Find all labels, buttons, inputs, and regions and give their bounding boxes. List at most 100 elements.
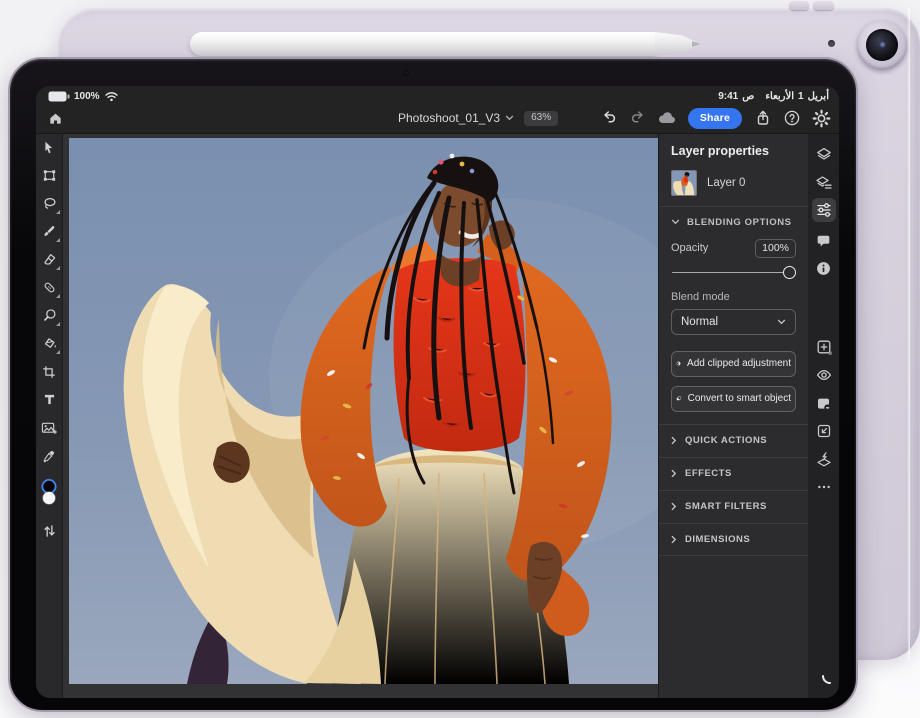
rear-mic-dot bbox=[828, 40, 835, 47]
color-swatches[interactable] bbox=[38, 477, 60, 508]
cloud-sync-button[interactable] bbox=[656, 107, 678, 129]
panel-sections: QUICK ACTIONS EFFECTS SMART FILTERS bbox=[671, 424, 796, 556]
settings-button[interactable] bbox=[810, 107, 832, 129]
zoom-level: 63% bbox=[531, 112, 551, 123]
zoom-level-badge[interactable]: 63% bbox=[524, 111, 558, 126]
healing-tool[interactable] bbox=[40, 279, 59, 296]
layer-visibility-button[interactable] bbox=[812, 363, 836, 387]
canvas-photo[interactable] bbox=[69, 138, 658, 684]
blending-options-header[interactable]: BLENDING OPTIONS bbox=[671, 207, 796, 237]
smart-object-icon bbox=[676, 392, 682, 405]
corner-gesture-indicator bbox=[822, 670, 836, 684]
top-bar: 100% 9:41 ص الأربعاء 1 أبريل bbox=[36, 86, 839, 134]
clip-layer-button[interactable] bbox=[812, 419, 836, 443]
lasso-tool[interactable] bbox=[40, 195, 59, 212]
layer-properties-panel: Layer properties Layer 0 bbox=[658, 134, 808, 698]
blend-mode-value: Normal bbox=[681, 316, 718, 328]
eyedropper-icon bbox=[41, 448, 57, 464]
comments-button[interactable] bbox=[812, 228, 836, 252]
redo-button[interactable] bbox=[627, 107, 649, 129]
more-options-button[interactable] bbox=[812, 475, 836, 499]
screen: 100% 9:41 ص الأربعاء 1 أبريل bbox=[36, 86, 839, 698]
layer-mask-icon bbox=[815, 395, 833, 413]
swap-arrows[interactable] bbox=[40, 522, 59, 539]
crop-icon bbox=[41, 364, 57, 380]
status-weekday: الأربعاء bbox=[765, 91, 794, 102]
right-taskbar bbox=[808, 134, 839, 698]
layer-mask-button[interactable] bbox=[812, 392, 836, 416]
foreground-background-colors-icon bbox=[38, 477, 60, 508]
section-label: SMART FILTERS bbox=[685, 501, 767, 512]
scene: 100% 9:41 ص الأربعاء 1 أبريل bbox=[0, 0, 920, 718]
toolbar-right: Share bbox=[598, 102, 832, 134]
chevron-down-icon bbox=[505, 115, 514, 121]
fill-tool[interactable] bbox=[40, 335, 59, 352]
opacity-slider[interactable] bbox=[671, 264, 796, 282]
place-photo-tool[interactable] bbox=[40, 419, 59, 436]
status-time: 9:41 bbox=[718, 91, 738, 102]
crop-tool[interactable] bbox=[40, 363, 59, 380]
section-quick-actions[interactable]: QUICK ACTIONS bbox=[659, 424, 808, 457]
document-title-button[interactable]: Photoshoot_01_V3 bbox=[398, 111, 514, 125]
status-meridiem: ص bbox=[742, 91, 754, 102]
blend-mode-dropdown[interactable]: Normal bbox=[671, 309, 796, 335]
blend-mode-label: Blend mode bbox=[671, 291, 796, 303]
section-smart-filters[interactable]: SMART FILTERS bbox=[659, 490, 808, 523]
dodge-tool[interactable] bbox=[40, 307, 59, 324]
layers-button[interactable] bbox=[812, 143, 836, 167]
add-layer-button[interactable] bbox=[812, 335, 836, 359]
chevron-down-icon bbox=[777, 319, 786, 325]
add-clipped-adjustment-label: Add clipped adjustment bbox=[687, 358, 791, 369]
opacity-value[interactable]: 100% bbox=[755, 239, 796, 258]
layer-row[interactable]: Layer 0 bbox=[665, 166, 802, 200]
section-label: EFFECTS bbox=[685, 468, 732, 479]
home-button[interactable] bbox=[41, 104, 69, 132]
export-button[interactable] bbox=[752, 107, 774, 129]
layers-icon bbox=[815, 146, 833, 164]
canvas-pasteboard[interactable] bbox=[63, 134, 658, 698]
eyedropper-tool[interactable] bbox=[40, 447, 59, 464]
eraser-tool[interactable] bbox=[40, 251, 59, 268]
swap-arrows-icon bbox=[42, 523, 57, 539]
chevron-right-icon bbox=[671, 469, 677, 478]
add-layer-icon bbox=[815, 338, 833, 356]
battery-icon bbox=[48, 91, 70, 102]
chevron-right-icon bbox=[671, 502, 677, 511]
tool-rail bbox=[36, 134, 63, 698]
section-dimensions[interactable]: DIMENSIONS bbox=[659, 523, 808, 556]
properties-sliders-icon bbox=[815, 201, 833, 219]
status-month: أبريل bbox=[808, 91, 829, 102]
layer-name: Layer 0 bbox=[707, 177, 745, 189]
brush-tool[interactable] bbox=[40, 223, 59, 240]
volume-button bbox=[813, 1, 834, 10]
panel-title: Layer properties bbox=[671, 134, 796, 158]
effects-button[interactable] bbox=[812, 447, 836, 471]
convert-smart-object-button[interactable]: Convert to smart object bbox=[671, 386, 796, 412]
move-tool[interactable] bbox=[40, 139, 59, 156]
type-tool[interactable] bbox=[40, 391, 59, 408]
transform-tool[interactable] bbox=[40, 167, 59, 184]
layer-thumbnail bbox=[671, 170, 697, 196]
share-label: Share bbox=[700, 112, 730, 124]
help-button[interactable] bbox=[781, 107, 803, 129]
front-camera bbox=[403, 70, 409, 76]
ellipsis-icon bbox=[815, 478, 833, 496]
front-ipad-device: 100% 9:41 ص الأربعاء 1 أبريل bbox=[8, 57, 858, 712]
rear-camera-glint bbox=[879, 41, 886, 48]
type-icon bbox=[42, 392, 57, 407]
chevron-down-icon bbox=[671, 219, 680, 225]
slider-knob[interactable] bbox=[783, 266, 796, 279]
section-effects[interactable]: EFFECTS bbox=[659, 457, 808, 490]
export-icon bbox=[754, 109, 772, 127]
undo-button[interactable] bbox=[598, 107, 620, 129]
layers-compact-icon bbox=[815, 174, 833, 192]
properties-button[interactable] bbox=[812, 198, 836, 222]
info-button[interactable] bbox=[812, 256, 836, 280]
eye-icon bbox=[815, 366, 833, 384]
chevron-right-icon bbox=[671, 436, 677, 445]
slider-track bbox=[672, 272, 793, 274]
add-clipped-adjustment-button[interactable]: Add clipped adjustment bbox=[671, 351, 796, 377]
layers-compact-button[interactable] bbox=[812, 171, 836, 195]
battery-percent: 100% bbox=[74, 91, 100, 102]
share-button[interactable]: Share bbox=[688, 108, 742, 129]
